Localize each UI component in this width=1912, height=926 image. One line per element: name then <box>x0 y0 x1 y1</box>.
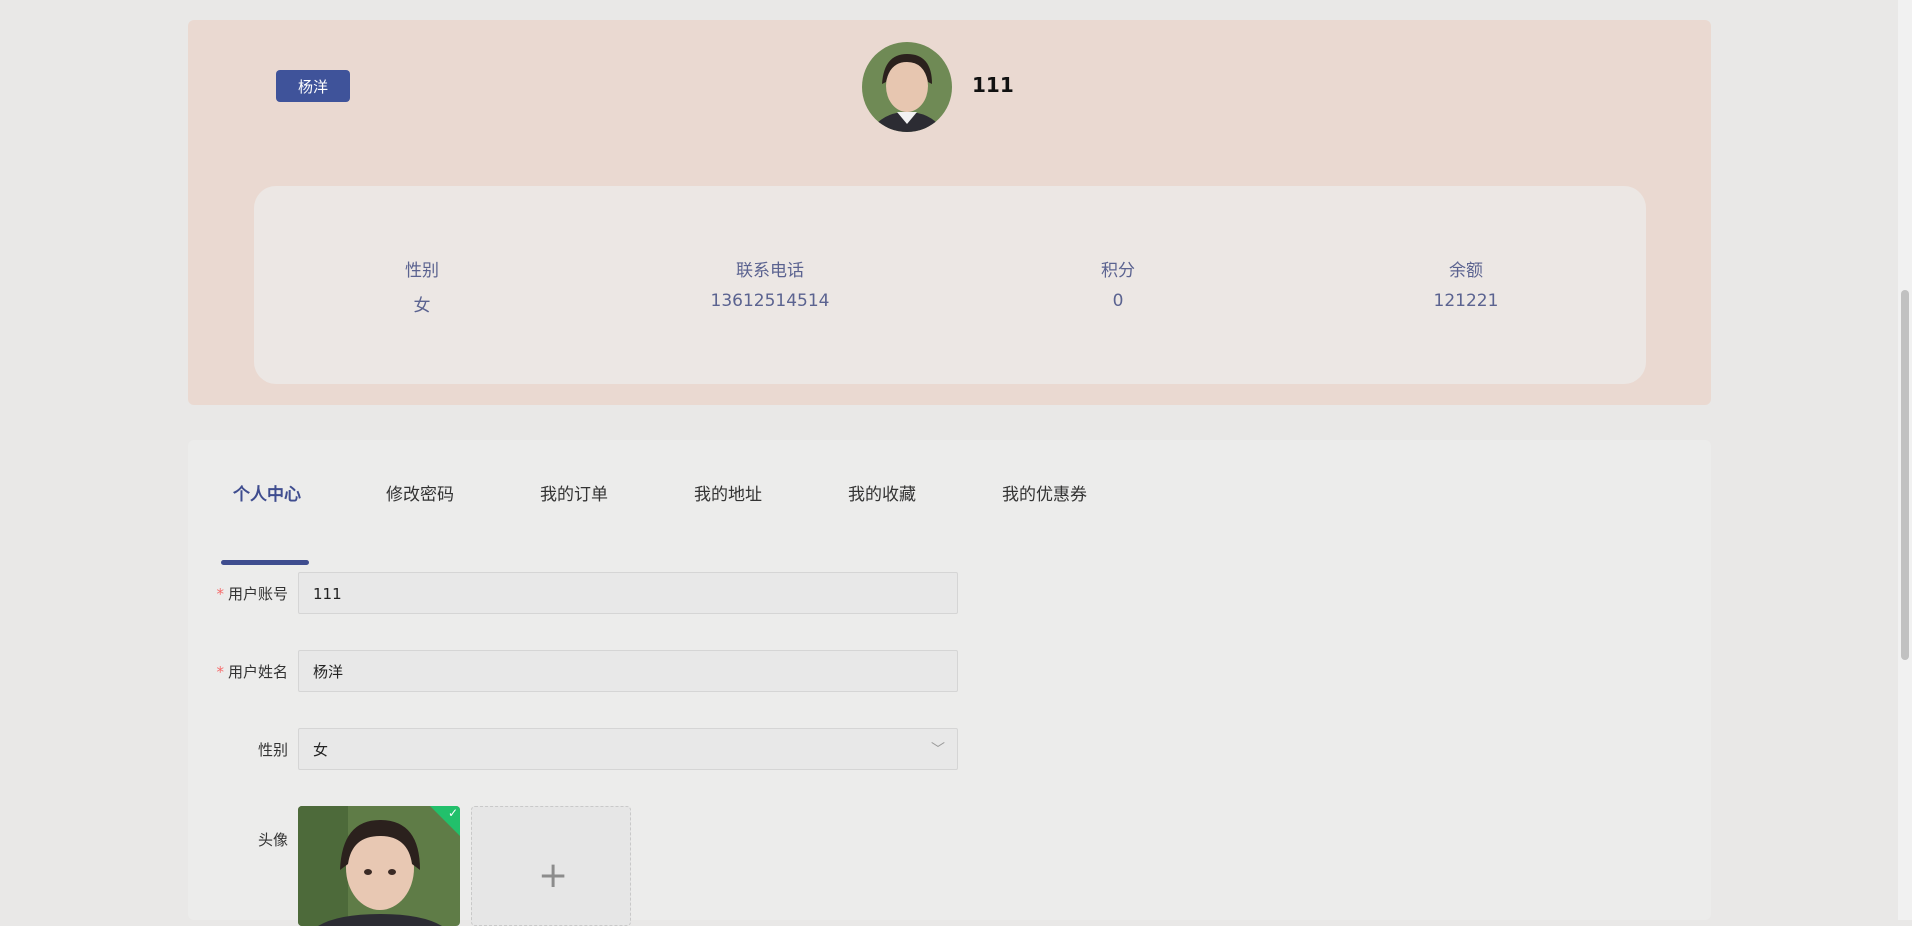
stat-label: 余额 <box>1449 261 1483 281</box>
account-name: 111 <box>972 73 1014 97</box>
tab-bar: 个人中心 修改密码 我的订单 我的地址 我的收藏 我的优惠券 <box>188 480 1711 565</box>
uploaded-avatar-image[interactable]: ✓ <box>298 806 460 926</box>
gender-label: 性别 <box>257 741 288 759</box>
stat-value: 女 <box>413 296 431 316</box>
tab-personal-center[interactable]: 个人中心 <box>233 480 301 505</box>
stat-value: 0 <box>1112 291 1124 311</box>
active-tab-indicator <box>221 560 309 565</box>
tab-change-password[interactable]: 修改密码 <box>386 480 454 505</box>
scrollbar-thumb[interactable] <box>1901 290 1909 660</box>
required-mark: * <box>216 663 224 681</box>
required-mark: * <box>216 585 224 603</box>
stat-points: 积分 0 <box>998 256 1238 311</box>
upload-add-button[interactable]: + <box>471 806 631 926</box>
tab-my-favorites[interactable]: 我的收藏 <box>848 480 916 505</box>
stat-balance: 余额 121221 <box>1346 256 1586 311</box>
stat-value: 13612514514 <box>710 291 830 311</box>
user-badge[interactable]: 杨洋 <box>276 70 350 102</box>
scrollbar[interactable] <box>1898 0 1912 920</box>
form-row-avatar: 头像 ✓ + <box>188 806 1088 926</box>
stat-gender: 性别 女 <box>302 256 542 316</box>
tab-my-addresses[interactable]: 我的地址 <box>694 480 762 505</box>
stat-phone: 联系电话 13612514514 <box>650 256 890 311</box>
gender-select[interactable]: 女 ﹀ <box>298 728 958 770</box>
form-row-name: * 用户姓名 杨洋 <box>188 650 1088 694</box>
upload-success-badge: ✓ <box>430 806 460 836</box>
plus-icon: + <box>538 855 569 896</box>
stat-value: 121221 <box>1433 291 1499 311</box>
stats-panel: 性别 女 联系电话 13612514514 积分 0 余额 121221 <box>254 186 1646 384</box>
stat-label: 积分 <box>1101 261 1135 281</box>
profile-main-card: 个人中心 修改密码 我的订单 我的地址 我的收藏 我的优惠券 * 用户账号 111… <box>188 440 1711 926</box>
stat-label: 联系电话 <box>736 261 804 281</box>
form-row-account: * 用户账号 111 <box>188 572 1088 616</box>
avatar-label: 头像 <box>257 831 288 849</box>
profile-header-card: 杨洋 111 性别 女 联系电话 13612514514 积分 0 余额 121… <box>188 20 1711 405</box>
form-row-gender: 性别 女 ﹀ <box>188 728 1088 772</box>
account-label-text: 用户账号 <box>227 585 288 603</box>
account-input[interactable]: 111 <box>298 572 958 614</box>
name-input[interactable]: 杨洋 <box>298 650 958 692</box>
check-icon: ✓ <box>447 806 458 820</box>
chevron-down-icon: ﹀ <box>931 742 945 758</box>
tab-my-coupons[interactable]: 我的优惠券 <box>1002 480 1087 505</box>
name-label-text: 用户姓名 <box>227 663 288 681</box>
avatar <box>862 42 952 132</box>
tab-my-orders[interactable]: 我的订单 <box>540 480 608 505</box>
gender-select-value: 女 <box>313 741 329 759</box>
stat-label: 性别 <box>405 261 439 281</box>
name-label: * 用户姓名 <box>188 650 288 694</box>
account-label: * 用户账号 <box>188 572 288 616</box>
